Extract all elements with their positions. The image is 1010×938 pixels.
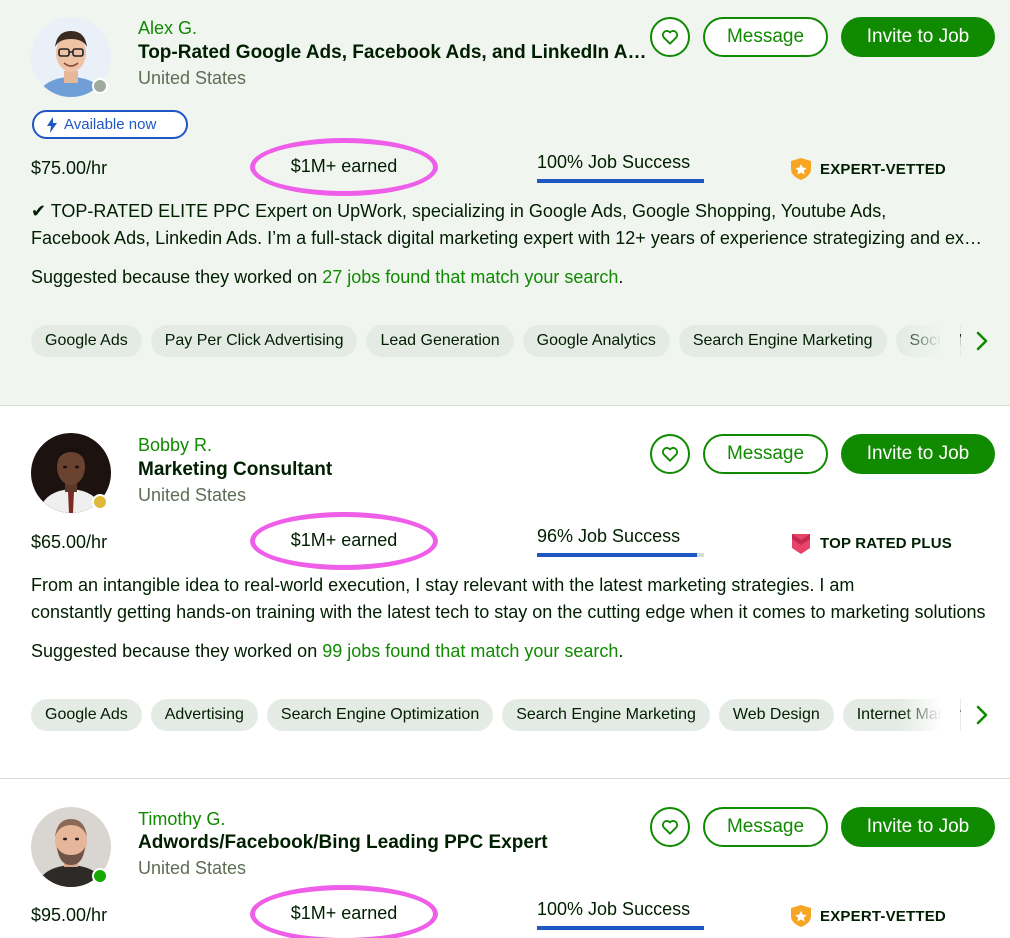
total-earned: $1M+ earned [290, 530, 398, 550]
skill-tag[interactable]: Advertising [150, 699, 258, 731]
skills-next-button[interactable] [970, 703, 994, 727]
online-status-dot [92, 868, 108, 884]
description-line: Facebook Ads, Linkedin Ads. I’m a full-s… [31, 228, 991, 248]
online-status-dot [92, 494, 108, 510]
freelancer-name[interactable]: Bobby R. [138, 435, 212, 456]
chevron-right-icon [976, 331, 988, 351]
earnings-annotation: $1M+ earned [250, 512, 440, 572]
hourly-rate: $95.00/hr [31, 905, 108, 925]
top-rated-plus-icon [792, 534, 810, 554]
message-button[interactable]: Message [703, 17, 828, 57]
skills-next-button[interactable] [970, 329, 994, 353]
freelancer-title: Top-Rated Google Ads, Facebook Ads, and … [138, 42, 648, 63]
invite-to-job-button[interactable]: Invite to Job [841, 807, 995, 847]
job-success-bar [537, 179, 704, 183]
suggestion-reason: Suggested because they worked on 99 jobs… [31, 641, 623, 662]
job-success-score: 100% Job Success [537, 899, 704, 930]
freelancer-description: ✔ TOP-RATED ELITE PPC Expert on UpWork, … [31, 198, 991, 252]
hourly-rate: $75.00/hr [31, 158, 108, 178]
invite-to-job-button[interactable]: Invite to Job [841, 434, 995, 474]
freelancer-location: United States [138, 858, 247, 878]
suggestion-prefix: Suggested because they worked on [31, 267, 318, 287]
job-success-bar [537, 553, 704, 557]
freelancer-name[interactable]: Timothy G. [138, 809, 225, 830]
skill-tag[interactable]: Pay Per Click Advertising [150, 325, 358, 357]
skills-fade [900, 325, 960, 359]
job-success-label: 100% Job Success [537, 899, 691, 919]
skill-tag[interactable]: Search Engine Marketing [502, 699, 710, 731]
job-success-score: 96% Job Success [537, 526, 704, 557]
description-line: ✔ TOP-RATED ELITE PPC Expert on UpWork, … [31, 201, 887, 221]
job-success-bar [537, 926, 704, 930]
skill-tag[interactable]: Search Engine Optimization [266, 699, 494, 731]
online-status-dot [92, 78, 108, 94]
matching-jobs-link[interactable]: 99 jobs found that match your search [322, 641, 618, 661]
skills-fade [900, 699, 960, 733]
suggestion-suffix: . [618, 267, 624, 287]
earnings-annotation: $1M+ earned [250, 885, 440, 938]
heart-icon [661, 820, 679, 835]
save-freelancer-button[interactable] [650, 434, 690, 474]
job-success-label: 100% Job Success [537, 152, 691, 172]
heart-icon [661, 30, 679, 45]
available-now-badge: Available now [32, 110, 188, 139]
save-freelancer-button[interactable] [650, 807, 690, 847]
expert-vetted-icon [791, 158, 811, 180]
skill-tag[interactable]: Lead Generation [366, 325, 514, 357]
skill-tag[interactable]: Google Ads [31, 699, 142, 731]
total-earned: $1M+ earned [290, 903, 398, 923]
freelancer-title: Adwords/Facebook/Bing Leading PPC Expert [138, 832, 548, 853]
message-button[interactable]: Message [703, 807, 828, 847]
skills-list: Google Ads Advertising Search Engine Optim… [31, 699, 961, 733]
expert-vetted-badge: EXPERT-VETTED [790, 157, 946, 181]
message-button[interactable]: Message [703, 434, 828, 474]
skill-tag[interactable]: Google Analytics [522, 325, 670, 357]
skill-tag[interactable]: Search Engine Marketing [678, 325, 887, 357]
skill-tag[interactable]: Google Ads [31, 325, 142, 357]
badge-label: EXPERT-VETTED [820, 160, 946, 178]
badge-label: EXPERT-VETTED [820, 907, 946, 925]
suggestion-reason: Suggested because they worked on 27 jobs… [31, 267, 623, 288]
total-earned: $1M+ earned [290, 156, 398, 176]
badge-label: TOP RATED PLUS [820, 534, 952, 552]
job-success-label: 96% Job Success [537, 526, 681, 546]
hourly-rate: $65.00/hr [31, 532, 108, 552]
freelancer-card-3[interactable]: Timothy G. Adwords/Facebook/Bing Leading… [0, 780, 1010, 938]
suggestion-prefix: Suggested because they worked on [31, 641, 318, 661]
freelancer-card-1[interactable]: Alex G. Top-Rated Google Ads, Facebook A… [0, 0, 1010, 406]
freelancer-title: Marketing Consultant [138, 459, 333, 480]
matching-jobs-link[interactable]: 27 jobs found that match your search [322, 267, 618, 287]
suggestion-suffix: . [618, 641, 624, 661]
job-success-score: 100% Job Success [537, 152, 704, 183]
freelancer-location: United States [138, 68, 247, 88]
freelancer-card-2[interactable]: Bobby R. Marketing Consultant United Sta… [0, 407, 1010, 779]
top-rated-plus-badge: TOP RATED PLUS [790, 531, 952, 555]
freelancer-description: From an intangible idea to real-world ex… [31, 572, 991, 626]
description-line: constantly getting hands-on training wit… [31, 602, 986, 622]
save-freelancer-button[interactable] [650, 17, 690, 57]
skills-list: Google Ads Pay Per Click Advertising Lead … [31, 325, 961, 359]
heart-icon [661, 447, 679, 462]
freelancer-name[interactable]: Alex G. [138, 18, 197, 39]
available-now-label: Available now [64, 116, 157, 133]
earnings-annotation: $1M+ earned [250, 138, 440, 198]
expert-vetted-icon [791, 905, 811, 927]
lightning-icon [47, 116, 57, 133]
description-line: From an intangible idea to real-world ex… [31, 575, 855, 595]
expert-vetted-badge: EXPERT-VETTED [790, 904, 946, 928]
skill-tag[interactable]: Web Design [718, 699, 834, 731]
chevron-right-icon [976, 705, 988, 725]
invite-to-job-button[interactable]: Invite to Job [841, 17, 995, 57]
freelancer-location: United States [138, 485, 247, 505]
